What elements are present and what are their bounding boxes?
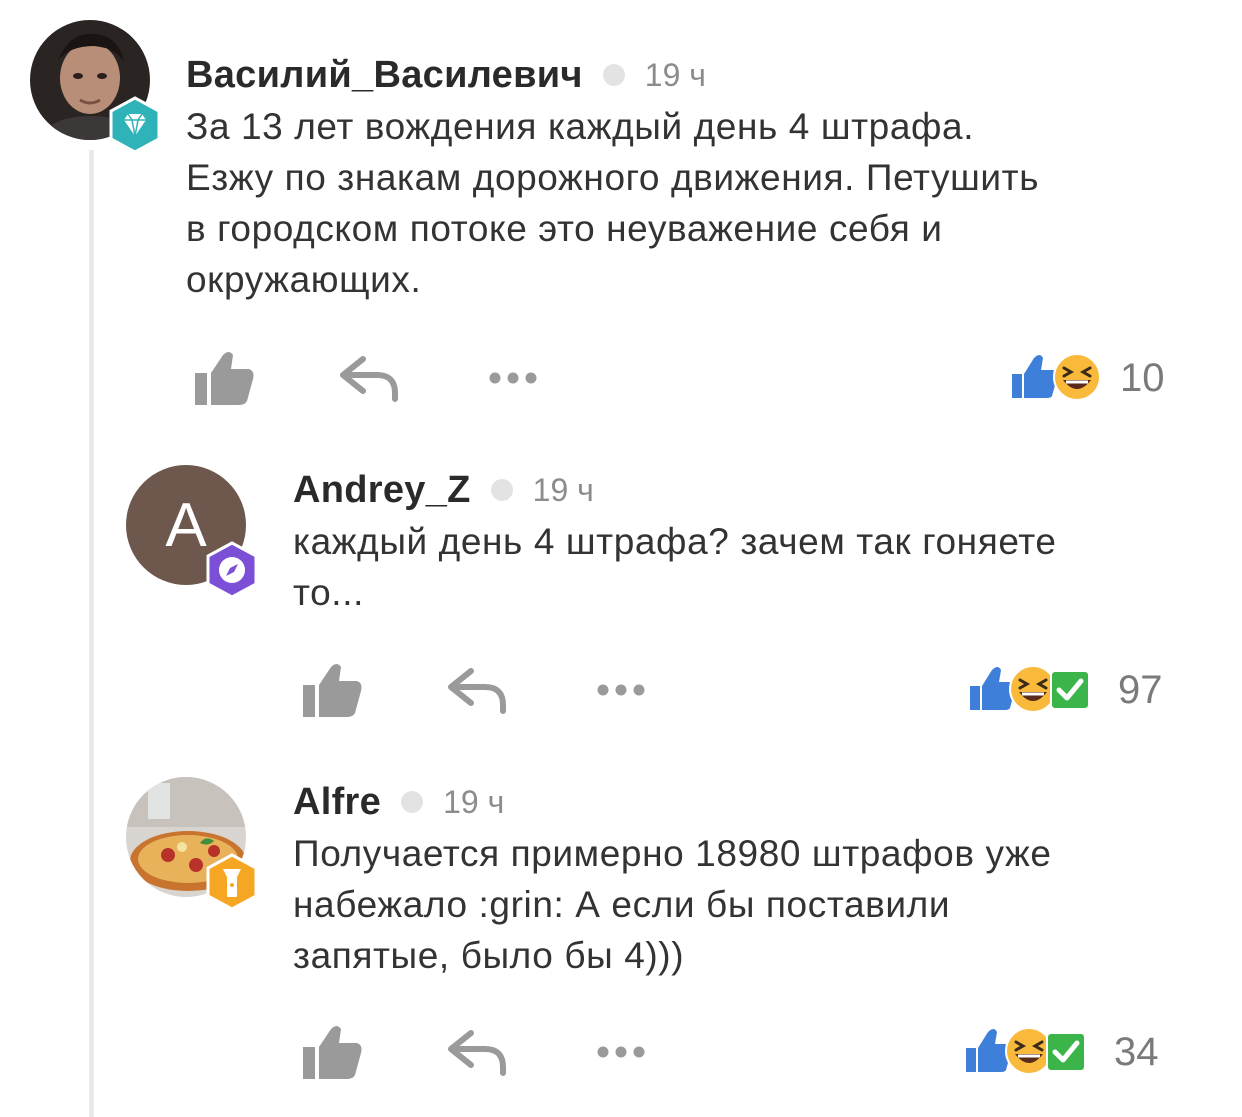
timestamp: 19 ч (644, 56, 706, 93)
comment-text: За 13 лет вождения каждый день 4 штрафа.… (186, 106, 1040, 300)
thumbs-up-icon (303, 664, 362, 717)
comment-header: Василий_Василевич 19 ч (186, 50, 706, 100)
separator-dot (602, 64, 625, 86)
check-reaction-icon (1046, 1032, 1086, 1072)
reply-arrow-icon (448, 668, 506, 714)
timestamp: 19 ч (532, 471, 594, 508)
thumbs-up-icon (303, 1026, 362, 1079)
more-options-button[interactable] (588, 1022, 654, 1082)
reply-arrow-icon (340, 356, 398, 402)
diamond-badge-icon (109, 96, 161, 154)
more-options-button[interactable] (480, 348, 546, 408)
more-dots-icon (597, 1046, 645, 1058)
reaction-count: 34 (1114, 1030, 1159, 1074)
more-dots-icon (489, 372, 537, 384)
thread-line (89, 150, 94, 1117)
more-dots-icon (597, 684, 645, 696)
like-reaction-icon (1012, 355, 1058, 398)
reply-button[interactable] (444, 1022, 510, 1082)
reaction-count: 97 (1118, 668, 1163, 712)
more-options-button[interactable] (588, 660, 654, 720)
laugh-reaction-icon (1053, 353, 1101, 401)
comment-header: Andrey_Z 19 ч (293, 465, 594, 515)
comment-header: Alfre 19 ч (293, 777, 504, 827)
timestamp: 19 ч (443, 783, 505, 820)
like-button[interactable] (300, 660, 366, 720)
reaction-count: 10 (1120, 356, 1165, 400)
username[interactable]: Alfre (293, 781, 381, 824)
thumbs-up-icon (195, 352, 254, 405)
compass-badge-icon (206, 541, 258, 599)
comment-text: Получается примерно 18980 штрафов уже на… (293, 833, 1052, 976)
username[interactable]: Василий_Василевич (186, 54, 583, 97)
like-button[interactable] (300, 1022, 366, 1082)
username[interactable]: Andrey_Z (293, 469, 471, 512)
separator-dot (401, 791, 424, 813)
like-button[interactable] (192, 348, 258, 408)
flashlight-badge-icon (206, 853, 258, 911)
separator-dot (490, 479, 513, 501)
check-reaction-icon (1050, 670, 1090, 710)
reply-button[interactable] (336, 348, 402, 408)
reply-arrow-icon (448, 1030, 506, 1076)
avatar-letter: A (165, 490, 207, 560)
comment-text: каждый день 4 штрафа? зачем так гоняете … (293, 521, 1057, 613)
reply-button[interactable] (444, 660, 510, 720)
